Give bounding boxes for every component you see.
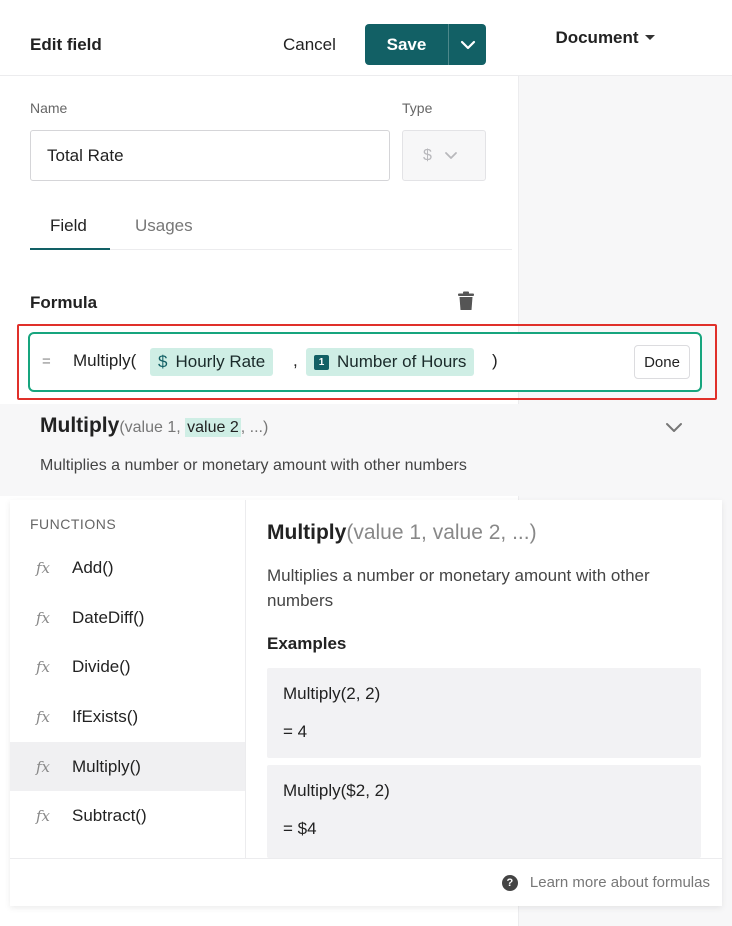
chevron-down-icon <box>665 422 683 433</box>
page-title: Edit field <box>30 35 102 55</box>
function-item-label: Multiply() <box>72 757 141 777</box>
function-icon: fx <box>36 609 52 627</box>
number-type-icon: 1 <box>314 355 329 370</box>
panel-header: Edit field Cancel Save <box>0 0 518 76</box>
tab-field[interactable]: Field <box>50 216 87 236</box>
cancel-button[interactable]: Cancel <box>283 35 336 55</box>
formula-close-paren: ) <box>492 351 498 371</box>
equals-sign: = <box>42 353 51 370</box>
detail-description: Multiplies a number or monetary amount w… <box>267 563 707 613</box>
current-param-highlight: value 2 <box>185 418 241 437</box>
functions-heading: FUNCTIONS <box>30 516 116 532</box>
function-signature-panel: Multiply(value 1, value 2, ...) Multipli… <box>0 404 722 496</box>
token-label: Number of Hours <box>337 352 466 372</box>
signature-params-rest: , ...) <box>241 419 269 436</box>
save-button-group: Save <box>365 24 486 65</box>
example-result: = 4 <box>283 722 685 742</box>
done-button[interactable]: Done <box>634 345 690 379</box>
signature-params: (value 1, value 2, ...) <box>119 418 268 437</box>
signature-function-name: Multiply <box>40 414 119 437</box>
document-bar: Document <box>518 0 732 76</box>
type-value: $ <box>423 147 432 165</box>
function-item-label: Divide() <box>72 657 131 677</box>
help-icon: ? <box>502 875 518 891</box>
learn-more-link[interactable]: Learn more about formulas <box>530 874 710 891</box>
function-item-ifexists[interactable]: fx IfExists() <box>10 692 245 741</box>
function-icon: fx <box>36 559 52 577</box>
function-item-add[interactable]: fx Add() <box>10 543 245 592</box>
delete-formula-button[interactable] <box>457 291 475 316</box>
chevron-down-icon <box>460 40 476 50</box>
caret-down-icon <box>645 35 655 40</box>
reference-footer: ? Learn more about formulas <box>10 858 722 906</box>
type-select[interactable]: $ <box>402 130 486 181</box>
example-result: = $4 <box>283 819 685 839</box>
function-item-subtract[interactable]: fx Subtract() <box>10 791 245 840</box>
signature-description: Multiplies a number or monetary amount w… <box>40 457 467 475</box>
tab-usages[interactable]: Usages <box>135 216 193 236</box>
signature-title: Multiply(value 1, value 2, ...) <box>40 414 268 438</box>
field-token-hourly-rate[interactable]: $ Hourly Rate <box>150 348 273 376</box>
save-button[interactable]: Save <box>365 24 449 65</box>
function-item-label: Subtract() <box>72 806 147 826</box>
signature-params-open: (value 1, <box>119 419 185 436</box>
tab-bar: Field Usages <box>30 200 512 250</box>
document-label: Document <box>555 28 638 48</box>
function-icon: fx <box>36 708 52 726</box>
type-label: Type <box>402 100 432 116</box>
edit-field-panel: Edit field Cancel Save Name Type $ Field… <box>0 0 518 316</box>
detail-params: (value 1, value 2, ...) <box>346 521 536 544</box>
function-icon: fx <box>36 807 52 825</box>
collapse-signature-button[interactable] <box>665 420 683 438</box>
document-menu-button[interactable]: Document <box>555 28 654 48</box>
function-list: FUNCTIONS fx Add() fx DateDiff() fx Divi… <box>10 500 246 858</box>
field-token-number-of-hours[interactable]: 1 Number of Hours <box>306 348 474 376</box>
formula-label: Formula <box>30 293 97 313</box>
detail-title: Multiply(value 1, value 2, ...) <box>267 521 537 545</box>
function-item-divide[interactable]: fx Divide() <box>10 642 245 691</box>
example-card: Multiply($2, 2) = $4 <box>267 765 701 858</box>
currency-icon: $ <box>158 352 167 372</box>
formula-editor[interactable]: = Multiply( $ Hourly Rate , 1 Number of … <box>28 332 702 392</box>
chevron-down-icon <box>444 151 458 160</box>
argument-separator: , <box>293 351 298 371</box>
token-label: Hourly Rate <box>175 352 265 372</box>
function-item-multiply[interactable]: fx Multiply() <box>10 742 245 791</box>
function-reference: FUNCTIONS fx Add() fx DateDiff() fx Divi… <box>10 500 722 906</box>
function-icon: fx <box>36 658 52 676</box>
example-expression: Multiply($2, 2) <box>283 781 685 801</box>
function-item-label: IfExists() <box>72 707 138 727</box>
function-detail: Multiply(value 1, value 2, ...) Multipli… <box>267 500 707 858</box>
detail-function-name: Multiply <box>267 521 346 544</box>
active-tab-indicator <box>30 248 110 250</box>
function-item-datediff[interactable]: fx DateDiff() <box>10 593 245 642</box>
formula-function-name: Multiply( <box>73 351 136 371</box>
function-icon: fx <box>36 758 52 776</box>
trash-icon <box>457 291 475 311</box>
example-expression: Multiply(2, 2) <box>283 684 685 704</box>
name-label: Name <box>30 100 67 116</box>
examples-heading: Examples <box>267 634 346 654</box>
example-card: Multiply(2, 2) = 4 <box>267 668 701 758</box>
function-item-label: Add() <box>72 558 114 578</box>
save-options-button[interactable] <box>449 24 486 65</box>
name-field[interactable] <box>30 130 390 181</box>
function-item-label: DateDiff() <box>72 608 144 628</box>
